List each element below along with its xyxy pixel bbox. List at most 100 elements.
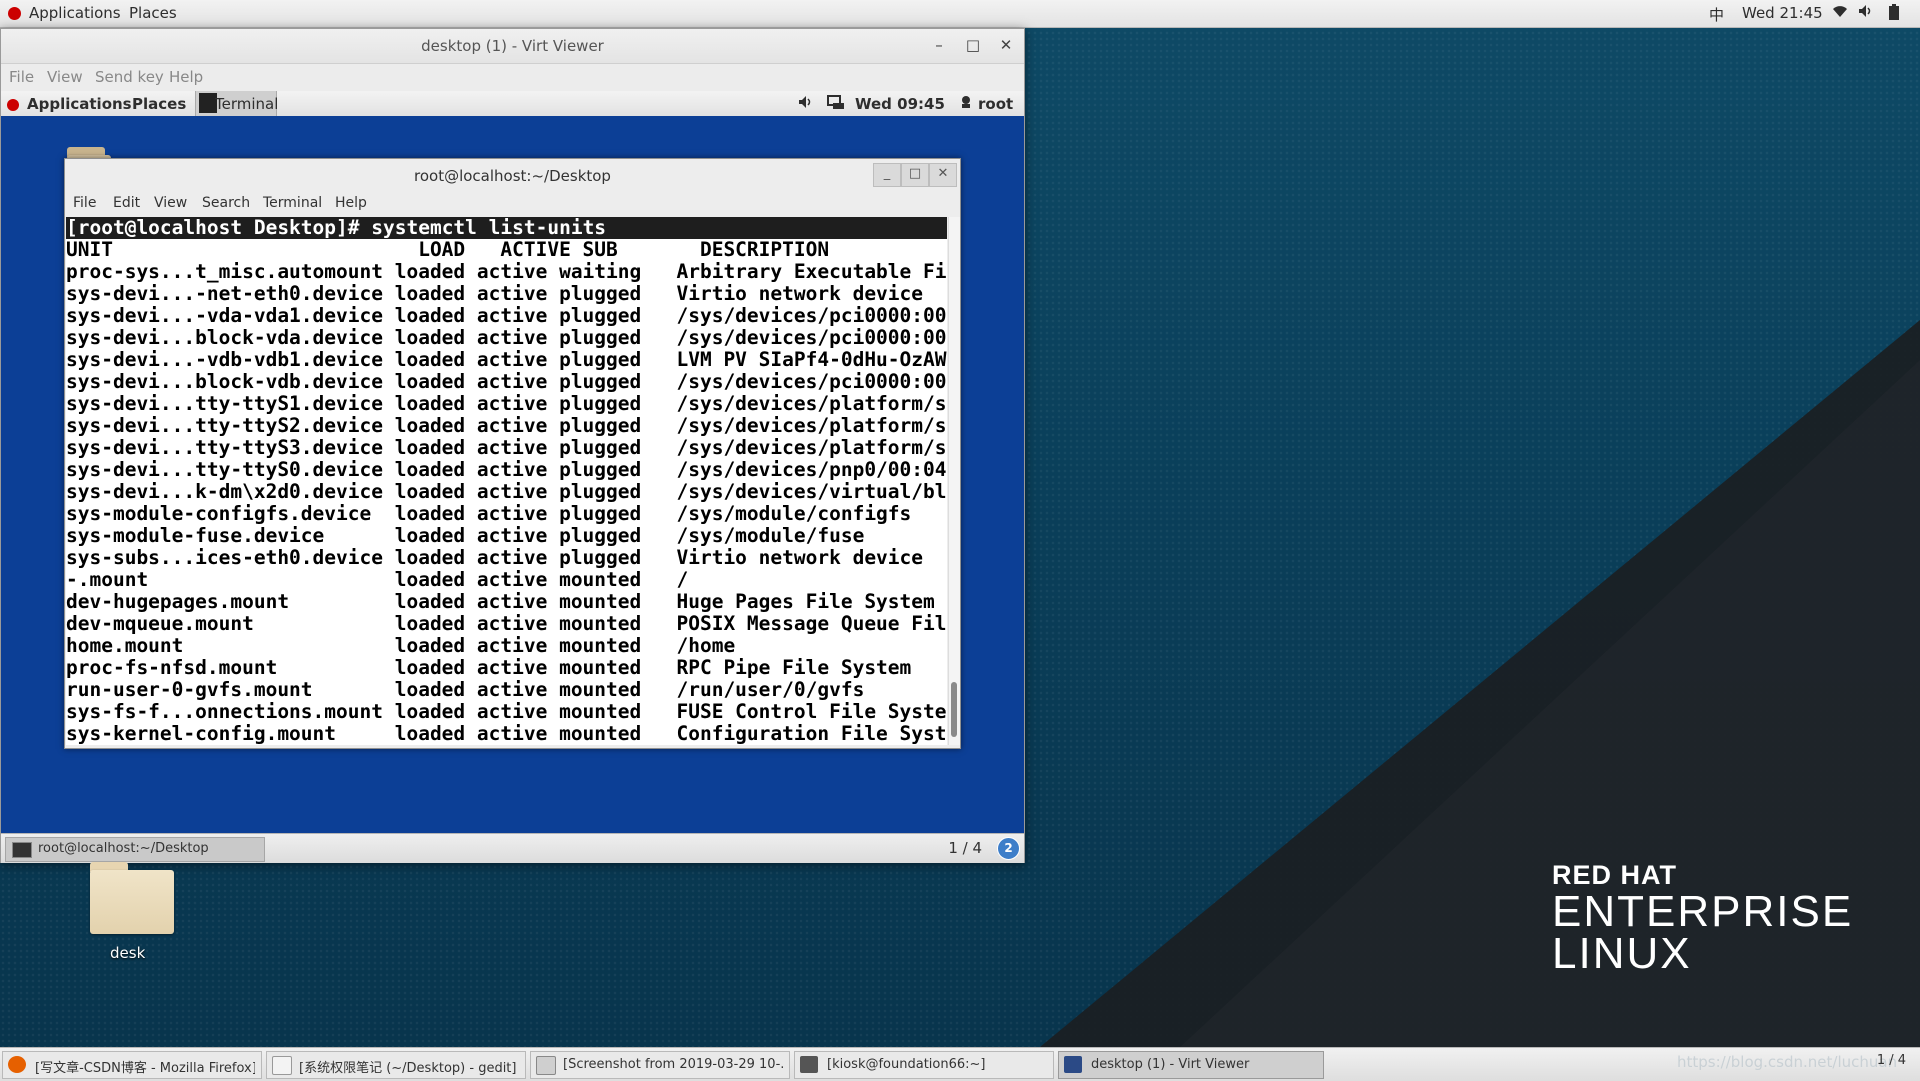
terminal-maximize-button[interactable]: □ [901,163,929,187]
guest-top-bar: Applications Places Terminal Wed 09:45 r… [1,91,1024,116]
terminal-line: sys-module-configfs.device loaded active… [66,502,912,525]
guest-terminal-button[interactable]: Terminal [195,91,279,116]
task-screenshot[interactable]: [Screenshot from 2019-03-29 10-... [530,1051,790,1079]
task-label: [kiosk@foundation66:~] [827,1057,986,1072]
terminal-line: sys-devi...k-dm\x2d0.device loaded activ… [66,480,947,503]
wifi-icon[interactable] [1832,4,1848,22]
guest-applications-label: Applications [27,95,132,113]
terminal-menubar: File Edit View Search Terminal Help [65,192,960,216]
guest-workspace-pager[interactable]: 1 / 4 [948,839,982,857]
terminal-title: root@localhost:~/Desktop [414,167,611,185]
virt-viewer-menubar: File View Send key Help [1,64,1024,90]
terminal-command-line: [root@localhost Desktop]# systemctl list… [66,217,947,239]
minimize-button[interactable]: – [930,36,948,54]
host-places-menu[interactable]: Places [129,4,177,22]
terminal-window: root@localhost:~/Desktop _ □ ✕ File Edit… [64,158,961,749]
volume-icon[interactable] [1858,4,1874,22]
guest-network-icon[interactable] [827,95,845,114]
battery-icon[interactable] [1888,4,1900,24]
menu-help[interactable]: Help [169,68,203,86]
terminal-line: dev-hugepages.mount loaded active mounte… [66,590,935,613]
menu-file[interactable]: File [9,68,34,86]
terminal-menu-terminal[interactable]: Terminal [263,195,322,211]
host-workspace-pager[interactable]: 1 / 4 [1877,1053,1906,1068]
maximize-button[interactable]: □ [964,36,982,54]
host-applications-label: Applications [29,4,121,22]
task-kiosk-terminal[interactable]: [kiosk@foundation66:~] [794,1051,1054,1079]
close-button[interactable]: ✕ [997,36,1015,54]
terminal-line: sys-fs-f...onnections.mount loaded activ… [66,700,947,723]
guest-applications-menu[interactable]: Applications [7,95,132,113]
terminal-line: UNIT LOAD ACTIVE SUB DESCRIPTION [66,238,830,261]
terminal-titlebar[interactable]: root@localhost:~/Desktop _ □ ✕ [65,159,960,190]
task-firefox[interactable]: [写文章-CSDN博客 - Mozilla Firefox] [2,1051,262,1079]
terminal-scrollbar-thumb[interactable] [951,682,957,737]
terminal-icon [800,1056,818,1073]
guest-user-menu[interactable]: root [978,95,1013,113]
virt-viewer-icon [1064,1056,1082,1073]
menu-send-key[interactable]: Send key [95,68,164,86]
terminal-prompt: [root@localhost Desktop]# [66,217,372,239]
terminal-menu-file[interactable]: File [73,195,96,211]
host-applications-menu[interactable]: Applications [8,4,121,22]
terminal-line: sys-devi...tty-ttyS0.device loaded activ… [66,458,947,481]
terminal-menu-view[interactable]: View [154,195,187,211]
task-virt-viewer[interactable]: desktop (1) - Virt Viewer [1058,1051,1324,1079]
terminal-close-button[interactable]: ✕ [929,163,957,187]
terminal-menu-search[interactable]: Search [202,195,250,211]
logo-linux: LINUX [1552,929,1692,978]
task-gedit[interactable]: [系统权限笔记 (~/Desktop) - gedit] [266,1051,526,1079]
terminal-line: sys-devi...-net-eth0.device loaded activ… [66,282,924,305]
terminal-line: dev-mqueue.mount loaded active mounted P… [66,612,947,635]
guest-clock[interactable]: Wed 09:45 [855,95,945,113]
watermark: https://blog.csdn.net/luchuan [1677,1053,1898,1071]
guest-places-menu[interactable]: Places [132,95,186,113]
task-label: desktop (1) - Virt Viewer [1091,1057,1250,1072]
terminal-line: sys-devi...tty-ttyS1.device loaded activ… [66,392,947,415]
guest-notification-badge[interactable]: 2 [997,837,1020,860]
terminal-command: systemctl list-units [371,217,607,239]
terminal-line: proc-fs-nfsd.mount loaded active mounted… [66,656,912,679]
terminal-line: sys-subs...ices-eth0.device loaded activ… [66,546,924,569]
guest-volume-icon[interactable] [798,95,814,113]
desk-folder-label[interactable]: desk [110,944,145,962]
terminal-line: sys-devi...block-vdb.device loaded activ… [66,370,947,393]
host-taskbar: [写文章-CSDN博客 - Mozilla Firefox] [系统权限笔记 (… [0,1047,1920,1081]
terminal-minimize-button[interactable]: _ [873,163,901,187]
menu-view[interactable]: View [47,68,83,86]
guest-bottom-bar: root@localhost:~/Desktop 1 / 4 2 [1,833,1024,863]
terminal-line: proc-sys...t_misc.automount loaded activ… [66,260,947,283]
rhel-logo: RED HAT ENTERPRISE LINUX [1552,860,1854,978]
guest-display[interactable]: Applications Places Terminal Wed 09:45 r… [1,91,1024,863]
terminal-line: sys-devi...block-vda.device loaded activ… [66,326,947,349]
host-top-bar: Applications Places 中 Wed 21:45 [0,0,1920,28]
task-label: [Screenshot from 2019-03-29 10-... [563,1057,783,1072]
terminal-scrollbar[interactable] [948,217,960,745]
terminal-line: sys-devi...tty-ttyS2.device loaded activ… [66,414,947,437]
terminal-line: sys-devi...-vda-vda1.device loaded activ… [66,304,947,327]
terminal-line: -.mount loaded active mounted / [66,568,689,591]
terminal-line: sys-devi...-vdb-vdb1.device loaded activ… [66,348,947,371]
image-viewer-icon [536,1056,556,1075]
terminal-line: run-user-0-gvfs.mount loaded active moun… [66,678,865,701]
virt-viewer-title: desktop (1) - Virt Viewer [421,37,604,55]
terminal-output[interactable]: [root@localhost Desktop]# systemctl list… [66,217,947,745]
guest-user-icon[interactable] [959,95,973,113]
guest-task-terminal[interactable]: root@localhost:~/Desktop [5,837,265,862]
guest-terminal-label: Terminal [215,95,279,113]
task-label: [写文章-CSDN博客 - Mozilla Firefox] [35,1061,255,1076]
terminal-menu-edit[interactable]: Edit [113,195,140,211]
terminal-line: sys-devi...tty-ttyS3.device loaded activ… [66,436,947,459]
virt-viewer-titlebar[interactable]: desktop (1) - Virt Viewer – □ ✕ [1,29,1024,64]
gedit-icon [272,1056,292,1075]
task-label: [系统权限笔记 (~/Desktop) - gedit] [299,1061,517,1076]
logo-enterprise: ENTERPRISE [1552,887,1854,936]
terminal-menu-help[interactable]: Help [335,195,367,211]
redhat-icon [8,7,21,20]
host-clock[interactable]: Wed 21:45 [1742,4,1823,22]
terminal-line: home.mount loaded active mounted /home [66,634,736,657]
guest-task-label: root@localhost:~/Desktop [38,841,209,856]
firefox-icon [8,1056,26,1073]
input-method-indicator[interactable]: 中 [1709,4,1724,25]
redhat-icon [7,99,19,111]
